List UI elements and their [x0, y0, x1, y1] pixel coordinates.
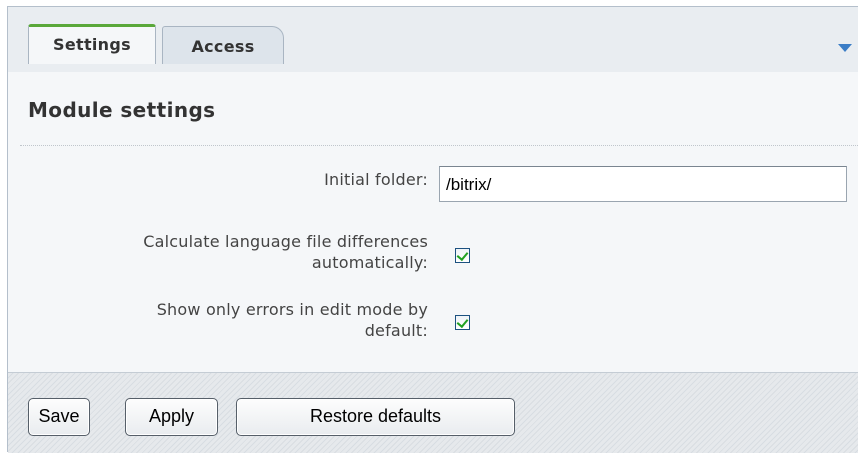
calc-diff-label-line1: Calculate language file differences: [143, 232, 428, 251]
show-errors-checkbox[interactable]: [455, 315, 470, 330]
checkmark-icon: [456, 248, 469, 262]
show-errors-label: Show only errors in edit mode by default…: [157, 299, 428, 341]
restore-defaults-button[interactable]: Restore defaults: [236, 398, 515, 436]
tab-access[interactable]: Access: [162, 26, 284, 64]
tab-settings[interactable]: Settings: [28, 24, 156, 64]
show-errors-label-line2: default:: [364, 321, 428, 340]
initial-folder-label: Initial folder:: [324, 170, 428, 189]
section-title: Module settings: [28, 98, 216, 122]
section-divider: [20, 145, 858, 146]
calc-diff-label-line2: automatically:: [311, 253, 428, 272]
apply-button[interactable]: Apply: [125, 398, 218, 436]
initial-folder-input[interactable]: /bitrix/: [439, 166, 847, 202]
checkmark-icon: [456, 315, 469, 329]
show-errors-label-line1: Show only errors in edit mode by: [156, 300, 428, 319]
calc-diff-checkbox[interactable]: [455, 248, 470, 263]
save-button[interactable]: Save: [28, 398, 90, 436]
calc-diff-label: Calculate language file differences auto…: [143, 231, 428, 273]
dropdown-arrow-icon[interactable]: [838, 44, 852, 52]
